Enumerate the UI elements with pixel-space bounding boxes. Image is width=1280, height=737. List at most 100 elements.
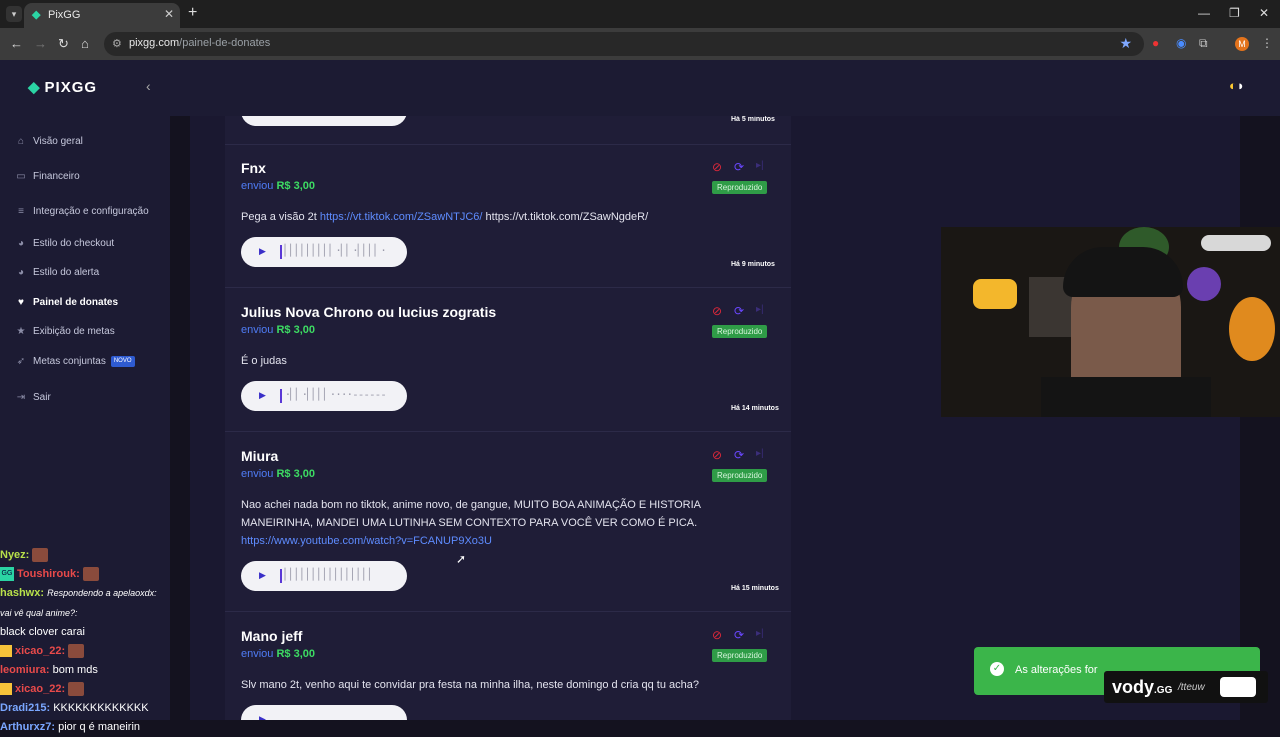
- palette-icon: ◕: [17, 267, 25, 278]
- waveform[interactable]: ·▏▏·▏▏▏▏····------: [279, 388, 387, 401]
- restore-icon[interactable]: ❐: [1229, 6, 1240, 20]
- logout-icon: ⇥: [16, 392, 26, 403]
- sidebar-item-metas-conjuntas[interactable]: ➶ Metas conjuntas NOVO: [14, 354, 135, 370]
- sidebar-item-estilo-alerta[interactable]: ◕ Estilo do alerta: [14, 265, 99, 281]
- chat-message: leomiura: bom mds: [0, 664, 98, 676]
- sidebar-item-integracao[interactable]: ≡ Integração e configuração: [14, 204, 149, 220]
- vody-logo: vody.GG: [1112, 677, 1173, 697]
- waveform[interactable]: ▏▏▏▏▏▏▏▏▏·▏▏·▏▏▏▏·: [279, 244, 387, 257]
- extension-icon[interactable]: ●: [1152, 36, 1159, 50]
- address-toolbar: ← → ↻ ⌂ ⚙ pixgg.com/painel-de-donates ★ …: [0, 28, 1280, 60]
- extensions-puzzle-icon[interactable]: ⧉: [1199, 36, 1208, 51]
- donation-card: Miura enviou R$ 3,00 ⊘ ⟳ ▸| Reproduzido …: [225, 432, 791, 612]
- donation-message: Slv mano 2t, venho aqui te convidar pra …: [241, 679, 700, 691]
- star-icon: ★: [16, 326, 26, 337]
- theme-toggle[interactable]: ◐◗: [1229, 78, 1245, 93]
- block-icon[interactable]: ⊘: [712, 160, 722, 174]
- profile-avatar[interactable]: M: [1235, 37, 1249, 51]
- skip-icon[interactable]: ▸|: [756, 160, 764, 171]
- donation-time: Há 15 minutos: [731, 585, 779, 592]
- play-icon[interactable]: ▶: [259, 390, 266, 401]
- extension-audio-icon[interactable]: ◉: [1176, 36, 1186, 50]
- sun-moon-icon: ◐: [1229, 78, 1237, 93]
- new-badge: NOVO: [110, 355, 135, 367]
- hand-heart-icon: ♥: [18, 297, 24, 308]
- skip-icon[interactable]: ▸|: [756, 304, 764, 315]
- waveform[interactable]: ▏▏▏▏▏▏▏▏▏▏▏▏▏▏▏▏: [279, 568, 376, 581]
- browser-tab[interactable]: ◆ PixGG ✕: [24, 3, 180, 28]
- message-link[interactable]: https://vt.tiktok.com/ZSawNTJC6/: [320, 211, 483, 223]
- audio-player[interactable]: ▶ ▏▏▏▏▏▏▏▏▏▏▏▏▏▏▏▏: [241, 561, 407, 591]
- donation-amount-line: enviou R$ 3,00: [241, 648, 316, 660]
- chat-message: xicao_22:: [0, 642, 170, 661]
- forward-icon[interactable]: →: [34, 36, 47, 51]
- top-bar: [170, 60, 1280, 116]
- reload-icon[interactable]: ↻: [58, 36, 69, 52]
- channel-handle: /tteuw: [1178, 682, 1205, 693]
- site-info-icon[interactable]: ⚙: [112, 37, 122, 50]
- donation-amount-line: enviou R$ 3,00: [241, 468, 316, 480]
- block-icon[interactable]: ⊘: [712, 448, 722, 462]
- play-icon[interactable]: ▶: [259, 714, 266, 720]
- tab-title: PixGG: [48, 9, 81, 21]
- close-window-icon[interactable]: ✕: [1259, 6, 1269, 20]
- check-circle-icon: ✓: [990, 662, 1004, 676]
- audio-player[interactable]: [241, 116, 407, 126]
- close-tab-icon[interactable]: ✕: [164, 7, 174, 21]
- new-tab-button[interactable]: +: [188, 4, 197, 22]
- donation-actions: ⊘ ⟳ ▸|: [712, 628, 782, 642]
- crown-badge-icon: [0, 683, 12, 696]
- donation-message: Nao achei nada bom no tiktok, anime novo…: [241, 499, 701, 547]
- vody-watermark: vody.GG /tteuw: [1104, 671, 1268, 703]
- play-icon[interactable]: ▶: [259, 246, 266, 257]
- pixgg-logo[interactable]: ◆ PIXGG: [28, 78, 97, 96]
- home-icon[interactable]: ⌂: [81, 36, 89, 51]
- more-menu-icon[interactable]: ⋮: [1261, 36, 1273, 50]
- sidebar-item-estilo-checkout[interactable]: ◕ Estilo do checkout: [14, 236, 114, 252]
- chat-message: xicao_22:: [0, 680, 170, 699]
- replay-icon[interactable]: ⟳: [734, 448, 744, 462]
- donation-time: Há 9 minutos: [731, 261, 775, 268]
- omnibox[interactable]: ⚙ pixgg.com/painel-de-donates ★: [104, 32, 1144, 56]
- collapse-sidebar-icon[interactable]: ‹: [146, 78, 151, 94]
- donation-message: Pega a visão 2t https://vt.tiktok.com/ZS…: [241, 211, 649, 223]
- rocket-icon: ➶: [16, 356, 26, 367]
- donor-name: Fnx: [241, 160, 266, 176]
- sidebar-item-financeiro[interactable]: ▭ Financeiro: [14, 169, 79, 185]
- sidebar-item-sair[interactable]: ⇥ Sair: [14, 390, 51, 406]
- donation-card: Fnx enviou R$ 3,00 ⊘ ⟳ ▸| Reproduzido Pe…: [225, 144, 791, 288]
- chat-message: Nyez:: [0, 546, 170, 565]
- back-icon[interactable]: ←: [10, 36, 23, 51]
- vody-brand-icon: [1220, 677, 1256, 697]
- replay-icon[interactable]: ⟳: [734, 628, 744, 642]
- donation-amount-line: enviou R$ 3,00: [241, 180, 316, 192]
- toast-text: As alterações for: [1015, 664, 1098, 676]
- chat-message: hashwx: Respondendo a apelaoxdx: vai vê …: [0, 587, 157, 638]
- skip-icon[interactable]: ▸|: [756, 628, 764, 639]
- emote-icon: [68, 682, 85, 697]
- moon-icon: ◗: [1236, 78, 1245, 93]
- minimize-icon[interactable]: —: [1198, 6, 1210, 20]
- message-link[interactable]: https://www.youtube.com/watch?v=FCANUP9X…: [241, 535, 492, 547]
- block-icon[interactable]: ⊘: [712, 628, 722, 642]
- chat-message: Dradi215: KKKKKKKKKKKKK: [0, 702, 149, 714]
- skip-icon[interactable]: ▸|: [756, 448, 764, 459]
- emote-icon: [32, 548, 49, 563]
- audio-player[interactable]: ▶ ·▏▏·▏▏▏▏····------: [241, 381, 407, 411]
- play-icon[interactable]: ▶: [259, 570, 266, 581]
- wallet-icon: ▭: [16, 171, 26, 182]
- sidebar-item-exibicao-metas[interactable]: ★ Exibição de metas: [14, 324, 115, 340]
- tab-search-button[interactable]: ▾: [6, 6, 22, 22]
- sidebar-item-painel-donates[interactable]: ♥ Painel de donates: [14, 295, 118, 311]
- replay-icon[interactable]: ⟳: [734, 304, 744, 318]
- sidebar-item-visao-geral[interactable]: ⌂ Visão geral: [14, 134, 83, 150]
- audio-player[interactable]: ▶: [241, 705, 407, 720]
- pixgg-logo-icon: ◆: [28, 79, 41, 96]
- block-icon[interactable]: ⊘: [712, 304, 722, 318]
- url-text[interactable]: pixgg.com/painel-de-donates: [129, 37, 270, 49]
- bookmark-star-icon[interactable]: ★: [1119, 35, 1132, 52]
- donations-feed: Há 5 minutos Fnx enviou R$ 3,00 ⊘ ⟳ ▸| R…: [225, 116, 791, 720]
- replay-icon[interactable]: ⟳: [734, 160, 744, 174]
- audio-player[interactable]: ▶ ▏▏▏▏▏▏▏▏▏·▏▏·▏▏▏▏·: [241, 237, 407, 267]
- emote-icon: [82, 567, 99, 582]
